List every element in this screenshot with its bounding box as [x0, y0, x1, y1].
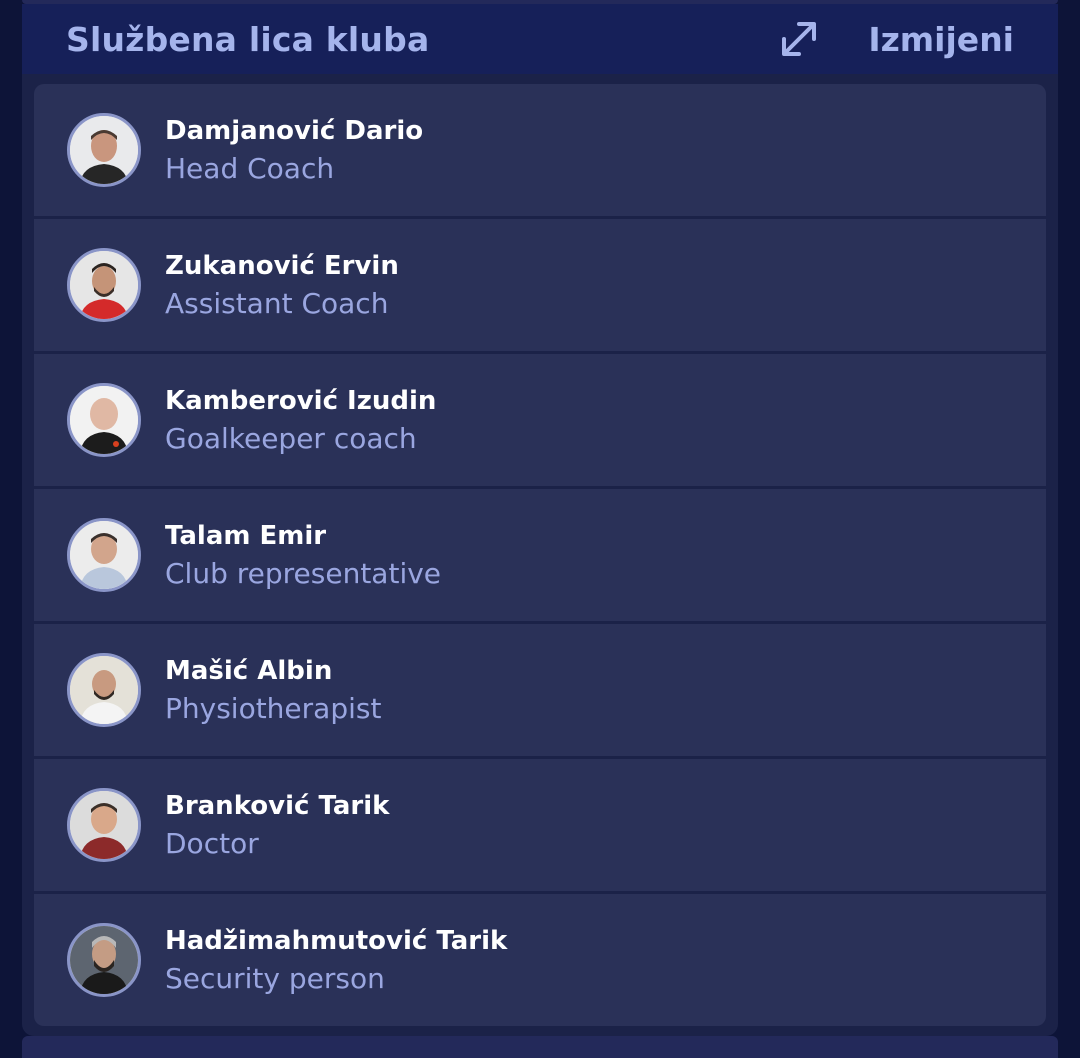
officials-list: Damjanović Dario Head Coach Zukanović Er… [34, 84, 1046, 1026]
list-item[interactable]: Mašić Albin Physiotherapist [34, 624, 1046, 756]
list-item[interactable]: Kamberović Izudin Goalkeeper coach [34, 354, 1046, 486]
official-name: Kamberović Izudin [165, 385, 437, 416]
official-name: Zukanović Ervin [165, 250, 399, 281]
official-name: Talam Emir [165, 520, 327, 551]
official-role: Assistant Coach [165, 286, 389, 320]
expand-arrows-icon[interactable] [778, 18, 820, 60]
official-info: Hadžimahmutović Tarik Security person [165, 926, 507, 995]
avatar [67, 248, 141, 322]
section-title: Službena lica kluba [66, 19, 430, 59]
list-item[interactable]: Talam Emir Club representative [34, 489, 1046, 621]
official-info: Damjanović Dario Head Coach [165, 116, 423, 185]
official-info: Kamberović Izudin Goalkeeper coach [165, 386, 436, 455]
officials-panel: Damjanović Dario Head Coach Zukanović Er… [22, 74, 1058, 1036]
list-item[interactable]: Hadžimahmutović Tarik Security person [34, 894, 1046, 1026]
official-name: Mašić Albin [165, 655, 333, 686]
official-name: Hadžimahmutović Tarik [165, 925, 508, 956]
avatar [67, 923, 141, 997]
avatar [67, 653, 141, 727]
official-role: Security person [165, 961, 385, 995]
official-info: Talam Emir Club representative [165, 521, 441, 590]
official-role: Doctor [165, 826, 259, 860]
bottom-strip [22, 1036, 1058, 1058]
avatar [67, 113, 141, 187]
official-info: Branković Tarik Doctor [165, 791, 389, 860]
official-role: Club representative [165, 556, 442, 590]
list-item[interactable]: Damjanović Dario Head Coach [34, 84, 1046, 216]
avatar [67, 518, 141, 592]
official-role: Physiotherapist [165, 691, 382, 725]
edit-button[interactable]: Izmijeni [868, 20, 1014, 59]
avatar [67, 383, 141, 457]
official-name: Damjanović Dario [165, 115, 424, 146]
header-actions: Izmijeni [778, 18, 1014, 60]
list-item[interactable]: Branković Tarik Doctor [34, 759, 1046, 891]
official-role: Head Coach [165, 151, 335, 185]
official-info: Mašić Albin Physiotherapist [165, 656, 381, 725]
section-header: Službena lica kluba Izmijeni [22, 4, 1058, 74]
official-role: Goalkeeper coach [165, 421, 417, 455]
official-info: Zukanović Ervin Assistant Coach [165, 251, 399, 320]
avatar [67, 788, 141, 862]
page: Službena lica kluba Izmijeni Damjanović … [0, 0, 1080, 1058]
list-item[interactable]: Zukanović Ervin Assistant Coach [34, 219, 1046, 351]
official-name: Branković Tarik [165, 790, 390, 821]
